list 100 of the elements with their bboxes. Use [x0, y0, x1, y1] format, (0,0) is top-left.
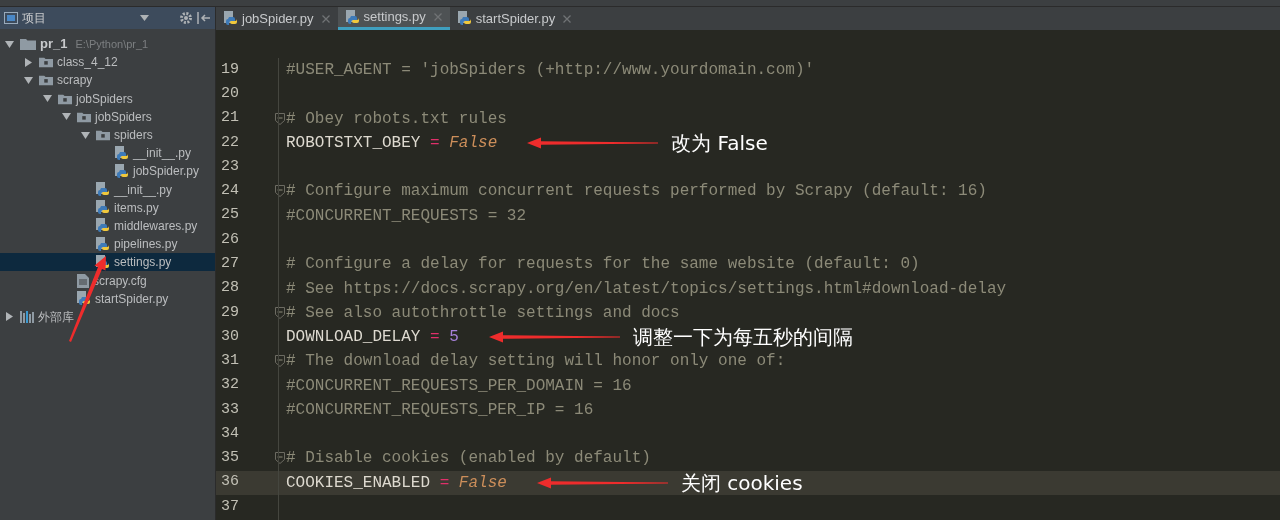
code-text: # Configure maximum concurrent requests performed by Scrapy (default: 16) [286, 181, 987, 203]
settings-icon[interactable] [179, 11, 193, 25]
collapse-arrow-icon[interactable] [80, 130, 90, 140]
tree-item[interactable]: __init__.py [0, 180, 215, 199]
line-number: 35 [220, 448, 240, 469]
code-text: # See https://docs.scrapy.org/en/latest/topics/settings.html#download-delay [286, 278, 1007, 300]
line-number: 26 [220, 229, 240, 250]
python-file-icon [96, 200, 110, 216]
project-path: E:\Python\pr_1 [75, 36, 149, 52]
item-label: jobSpiders [76, 90, 133, 108]
code-text: #USER_AGENT = 'jobSpiders (+http://www.yourdomain.com)' [286, 60, 815, 82]
code-text: #CONCURRENT_REQUESTS = 32 [286, 205, 527, 227]
python-file-icon [115, 145, 129, 161]
tree-item[interactable]: __init__.py [0, 144, 215, 163]
close-icon[interactable] [563, 14, 572, 23]
item-label: pipelines.py [114, 236, 178, 254]
folder-icon [58, 92, 72, 105]
folder-icon [96, 129, 110, 142]
code-text: #CONCURRENT_REQUESTS_PER_IP = 16 [286, 399, 594, 421]
dropdown-icon[interactable] [140, 15, 149, 21]
line-number: 30 [220, 326, 240, 347]
collapse-arrow-icon[interactable] [42, 94, 52, 104]
line-number: 37 [220, 496, 240, 517]
code-text: ROBOTSTXT_OBEY = False [286, 132, 498, 154]
tree-item[interactable]: middlewares.py [0, 216, 215, 236]
item-label: settings.py [114, 254, 172, 272]
annotation-text: 改为 False [671, 129, 768, 157]
editor-tab[interactable]: settings.py [337, 7, 450, 30]
line-number: 29 [220, 302, 240, 323]
project-icon [4, 12, 18, 24]
expand-arrow-icon[interactable] [23, 57, 33, 67]
item-label: scrapy [57, 72, 93, 90]
editor-tab[interactable]: startSpider.py [449, 7, 580, 30]
tree-item[interactable]: spiders [0, 125, 215, 145]
item-label: 外部库 [38, 308, 74, 326]
tree-item[interactable]: jobSpiders [0, 89, 215, 108]
line-number: 34 [220, 423, 240, 444]
tree-item[interactable]: 外部库 [0, 307, 215, 326]
python-file-icon [345, 9, 360, 25]
line-number: 28 [220, 278, 240, 299]
line-number: 19 [220, 59, 240, 80]
item-label: class_4_12 [57, 54, 118, 72]
collapse-arrow-icon[interactable] [23, 75, 33, 85]
panel-title: 项目 [22, 10, 46, 27]
item-label: __init__.py [114, 181, 173, 199]
line-number: 24 [220, 181, 240, 202]
line-number: 23 [220, 156, 240, 177]
folder-icon [20, 38, 36, 51]
code-text: # Configure a delay for requests for the same website (default: 0) [286, 254, 920, 276]
item-label: middlewares.py [114, 217, 198, 235]
collapse-arrow-icon[interactable] [61, 112, 71, 122]
code-text: #CONCURRENT_REQUESTS_PER_DOMAIN = 16 [286, 375, 632, 397]
line-number: 27 [220, 254, 240, 274]
item-label: jobSpiders [95, 108, 152, 126]
close-icon[interactable] [321, 14, 330, 23]
tree-item[interactable]: settings.py [0, 253, 215, 272]
code-text: # Disable cookies (enabled by default) [286, 448, 651, 470]
python-file-icon [96, 218, 110, 234]
text-file-icon [77, 273, 89, 288]
line-number: 22 [220, 132, 240, 153]
annotation-text: 关闭 cookies [680, 469, 803, 497]
line-number: 20 [220, 84, 240, 105]
folder-icon [77, 110, 91, 123]
code-text: # The download delay setting will honor only one of: [286, 351, 786, 373]
item-label: startSpider.py [95, 290, 169, 308]
fold-marker-icon[interactable] [275, 452, 285, 465]
line-number: 21 [220, 108, 240, 129]
folder-icon [39, 74, 53, 87]
fold-marker-icon[interactable] [275, 306, 285, 319]
tree-item[interactable]: jobSpider.py [0, 162, 215, 181]
annotation-text: 调整一下为每五秒的间隔 [632, 324, 853, 352]
tree-item[interactable]: class_4_12 [0, 53, 215, 72]
line-number: 33 [220, 399, 240, 420]
item-label: items.py [114, 199, 159, 217]
python-file-icon [96, 182, 110, 198]
python-file-icon [457, 11, 472, 26]
code-text: # See also autothrottle settings and docs [286, 302, 680, 324]
tree-item[interactable]: pipelines.py [0, 235, 215, 254]
library-icon [20, 310, 34, 323]
fold-marker-icon[interactable] [275, 112, 285, 125]
editor-tab[interactable]: jobSpider.py [216, 7, 338, 30]
python-file-icon [96, 236, 110, 252]
python-file-icon [224, 11, 238, 26]
tree-item[interactable]: scrapy [0, 71, 215, 90]
tree-item[interactable]: jobSpiders [0, 107, 215, 126]
collapse-arrow-icon[interactable] [4, 39, 14, 49]
code-text: DOWNLOAD_DELAY = 5 [286, 327, 459, 349]
fold-marker-icon[interactable] [275, 355, 285, 368]
item-label: pr_1 [40, 35, 68, 54]
line-number: 31 [220, 351, 240, 372]
collapse-panel-icon[interactable] [197, 12, 211, 24]
tree-item[interactable]: pr_1 E:\Python\pr_1 [0, 35, 215, 54]
line-number: 36 [220, 472, 240, 493]
tree-item[interactable]: items.py [0, 198, 215, 217]
item-label: __init__.py [133, 145, 192, 163]
code-text: # Obey robots.txt rules [286, 108, 507, 130]
fold-marker-icon[interactable] [275, 185, 285, 198]
item-label: jobSpider.py [133, 163, 200, 181]
expand-arrow-icon[interactable] [4, 312, 14, 322]
code-text: COOKIES_ENABLED = False [286, 472, 507, 494]
